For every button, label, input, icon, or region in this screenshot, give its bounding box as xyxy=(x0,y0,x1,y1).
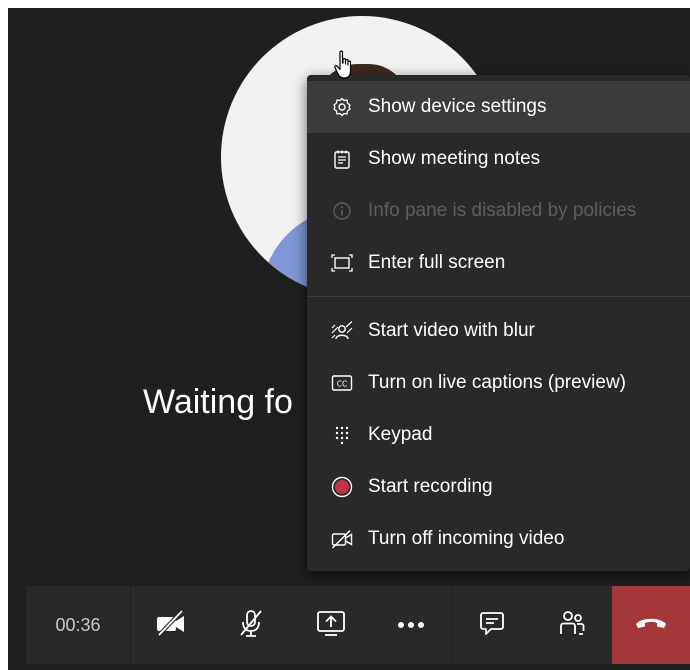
menu-item-start-video-with-blur[interactable]: Start video with blur xyxy=(307,305,690,357)
more-actions-button[interactable] xyxy=(371,586,451,664)
participants-icon xyxy=(558,609,586,642)
menu-item-label: Enter full screen xyxy=(368,252,506,273)
camera-toggle-button[interactable] xyxy=(131,586,211,664)
menu-item-label: Turn off incoming video xyxy=(368,528,565,549)
notes-icon xyxy=(331,148,353,170)
keypad-icon xyxy=(331,424,353,446)
video-off-icon xyxy=(331,528,353,550)
menu-item-label: Keypad xyxy=(368,424,433,445)
camera-off-icon xyxy=(155,609,187,641)
call-timer: 00:36 xyxy=(26,586,131,664)
menu-item-label: Start recording xyxy=(368,476,493,497)
menu-item-show-meeting-notes[interactable]: Show meeting notes xyxy=(307,133,690,185)
captions-icon: CC xyxy=(331,372,353,394)
hang-up-icon xyxy=(634,615,668,636)
fullscreen-icon xyxy=(331,252,353,274)
more-icon xyxy=(397,616,425,634)
call-toolbar: 00:36 xyxy=(26,586,690,664)
participants-button[interactable] xyxy=(532,586,612,664)
menu-item-turn-off-incoming-video[interactable]: Turn off incoming video xyxy=(307,513,690,565)
menu-item-label: Info pane is disabled by policies xyxy=(368,200,637,221)
chat-button[interactable] xyxy=(452,586,532,664)
share-icon xyxy=(316,610,346,641)
menu-item-start-recording[interactable]: Start recording xyxy=(307,461,690,513)
menu-item-label: Turn on live captions (preview) xyxy=(368,372,627,393)
menu-item-label: Show device settings xyxy=(368,96,547,117)
menu-item-enter-full-screen[interactable]: Enter full screen xyxy=(307,237,690,289)
svg-text:CC: CC xyxy=(337,380,347,389)
mic-toggle-button[interactable] xyxy=(211,586,291,664)
menu-divider xyxy=(307,296,690,297)
share-screen-button[interactable] xyxy=(291,586,371,664)
menu-item-info-pane-disabled: Info pane is disabled by policies xyxy=(307,185,690,237)
blur-icon xyxy=(331,320,353,342)
menu-item-show-device-settings[interactable]: Show device settings xyxy=(307,81,690,133)
menu-item-keypad[interactable]: Keypad xyxy=(307,409,690,461)
menu-item-turn-on-live-captions[interactable]: CC Turn on live captions (preview) xyxy=(307,357,690,409)
record-icon xyxy=(331,476,353,498)
hand-cursor-icon xyxy=(334,50,352,79)
mic-off-icon xyxy=(238,608,264,643)
menu-item-label: Show meeting notes xyxy=(368,148,541,169)
gear-icon xyxy=(331,96,353,118)
waiting-text: Waiting fo xyxy=(143,383,293,421)
chat-icon xyxy=(479,610,505,641)
call-stage: Waiting fo Show device settings Show mee… xyxy=(8,8,690,670)
menu-item-label: Start video with blur xyxy=(368,320,535,341)
more-options-menu: Show device settings Show meeting notes … xyxy=(307,75,690,571)
hang-up-button[interactable] xyxy=(612,586,690,664)
info-icon xyxy=(331,200,353,222)
